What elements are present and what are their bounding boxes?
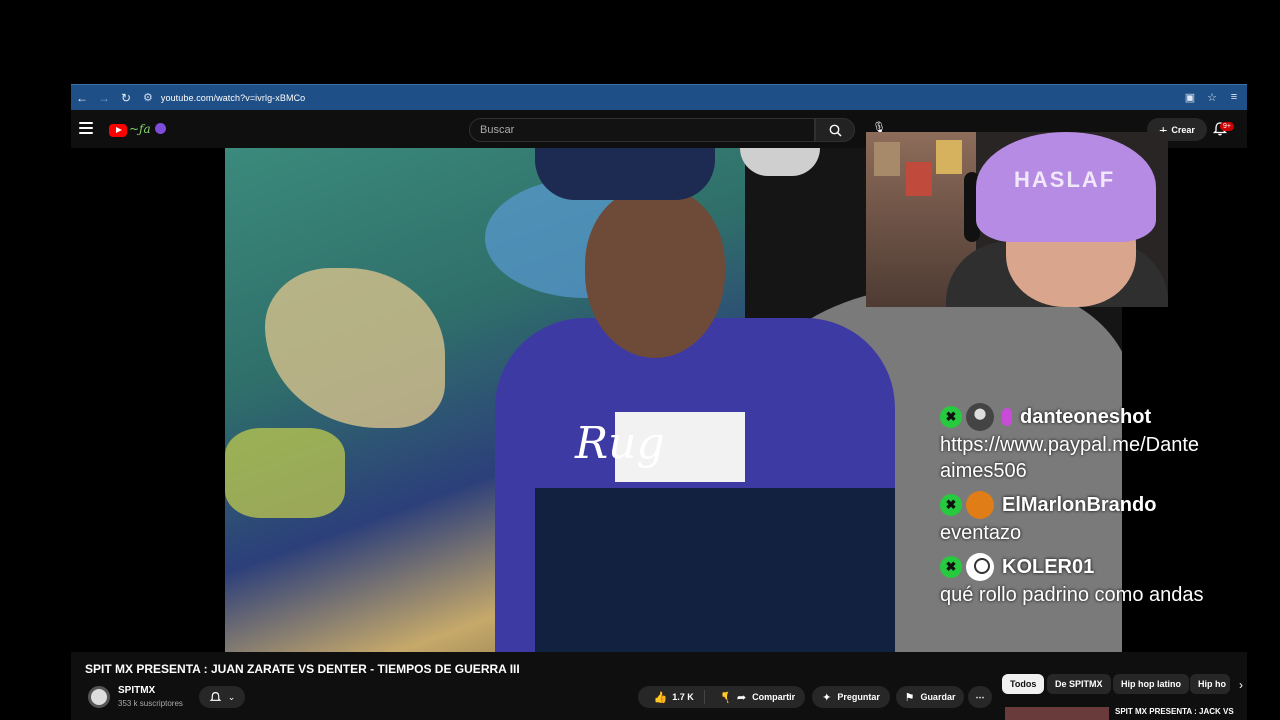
like-count: 1.7 K — [672, 692, 694, 702]
search-placeholder: Buscar — [480, 124, 515, 136]
chip-hip-hop-latino[interactable]: Hip hop latino — [1113, 674, 1189, 694]
xbox-badge-icon: ✖ — [940, 556, 962, 578]
youtube-play-icon — [109, 124, 127, 137]
recommendation-thumbnail[interactable] — [1005, 707, 1109, 720]
logo-doodle: ~ƒа — [129, 122, 151, 136]
notification-badge: 9+ — [1220, 122, 1234, 131]
share-icon: ➦ — [736, 691, 747, 704]
user-avatar — [966, 491, 994, 519]
bell-icon — [209, 691, 222, 701]
chevron-right-icon[interactable]: › — [1239, 678, 1243, 692]
chat-user-row: ✖ KOLER01 — [936, 552, 1236, 582]
xbox-badge-icon: ✖ — [940, 494, 962, 516]
chat-message: https://www.paypal.me/Dante — [940, 434, 1200, 456]
user-avatar — [966, 403, 994, 431]
bookmark-icon: ⚑ — [904, 691, 915, 704]
user-avatar — [966, 553, 994, 581]
streamer-webcam: HASLAF — [866, 132, 1168, 307]
browser-toolbar: ← → ↻ ⚙ youtube.com/watch?v=ivrlg-xBMCo … — [71, 84, 1247, 110]
reading-list-icon[interactable]: ≡ — [1227, 91, 1241, 104]
poster — [936, 140, 962, 174]
chat-username: danteoneshot — [1020, 405, 1152, 428]
chat-user-row: ✖ danteoneshot — [936, 402, 1236, 432]
sparkle-icon: ✦ — [822, 691, 832, 704]
channel-name[interactable]: SPITMX — [118, 685, 155, 696]
hoodie-bottom — [535, 488, 895, 652]
subscription-bell-button[interactable]: ⌄ — [199, 686, 245, 708]
hoodie-logo-text: Rug — [575, 418, 665, 469]
install-app-icon[interactable]: ▣ — [1183, 91, 1197, 104]
back-icon[interactable]: ← — [71, 87, 93, 109]
chat-username: ElMarlonBrando — [1002, 493, 1157, 516]
logo-doodle-dot — [155, 123, 166, 134]
reload-icon[interactable]: ↻ — [115, 87, 137, 109]
like-button[interactable]: 👍 1.7 K — [644, 690, 705, 704]
save-label: Guardar — [920, 692, 956, 702]
xbox-badge-icon: ✖ — [940, 406, 962, 428]
stream-chat-overlay: ✖ danteoneshot https://www.paypal.me/Dan… — [936, 402, 1236, 652]
share-label: Compartir — [752, 692, 796, 702]
channel-avatar[interactable] — [88, 686, 110, 708]
more-actions-button[interactable]: ⋯ — [968, 686, 992, 708]
menu-icon[interactable] — [79, 122, 93, 134]
thumbs-up-icon: 👍 — [653, 691, 668, 704]
subscriber-count: 353 k suscriptores — [118, 699, 183, 708]
chat-user-row: ✖ ElMarlonBrando — [936, 490, 1236, 520]
mural-shape — [225, 428, 345, 518]
chat-username: KOLER01 — [1002, 555, 1095, 578]
microphone-badge-icon — [1002, 408, 1012, 426]
chevron-down-icon: ⌄ — [227, 691, 236, 702]
chip-todos[interactable]: Todos — [1002, 674, 1045, 694]
hat-text: HASLAF — [1014, 167, 1116, 192]
poster — [906, 162, 932, 196]
search-input[interactable]: Buscar — [469, 118, 815, 142]
person-blue-hoodie: Rug — [375, 148, 895, 652]
address-bar[interactable]: ⚙ youtube.com/watch?v=ivrlg-xBMCo — [143, 91, 1183, 104]
search-icon — [829, 124, 842, 137]
url-text[interactable]: youtube.com/watch?v=ivrlg-xBMCo — [161, 93, 305, 103]
bookmark-star-icon[interactable]: ☆ — [1205, 91, 1219, 104]
chat-message: eventazo — [940, 522, 1022, 544]
more-icon: ⋯ — [975, 691, 985, 702]
save-button[interactable]: ⚑ Guardar — [896, 686, 964, 708]
forward-icon[interactable]: → — [93, 87, 115, 109]
youtube-logo[interactable]: ~ƒа — [109, 122, 167, 138]
video-title: SPIT MX PRESENTA : JUAN ZARATE VS DENTER… — [85, 662, 520, 676]
chat-message: qué rollo padrino como andas — [940, 584, 1204, 606]
recommendation-title[interactable]: SPIT MX PRESENTA : JACK VS — [1115, 707, 1234, 716]
ask-button[interactable]: ✦ Preguntar — [812, 686, 890, 708]
site-info-icon[interactable]: ⚙ — [143, 91, 153, 104]
ask-label: Preguntar — [837, 692, 880, 702]
search-button[interactable] — [815, 118, 855, 142]
chip-de-spitmx[interactable]: De SPITMX — [1047, 674, 1111, 694]
chat-message: aimes506 — [940, 460, 1027, 482]
poster — [874, 142, 900, 176]
face — [585, 188, 725, 358]
create-label: Crear — [1171, 124, 1195, 135]
share-button[interactable]: ➦ Compartir — [727, 686, 805, 708]
cap — [535, 148, 715, 200]
chip-hip-hop[interactable]: Hip ho — [1190, 674, 1230, 694]
video-info-area: SPIT MX PRESENTA : JUAN ZARATE VS DENTER… — [71, 652, 1247, 720]
